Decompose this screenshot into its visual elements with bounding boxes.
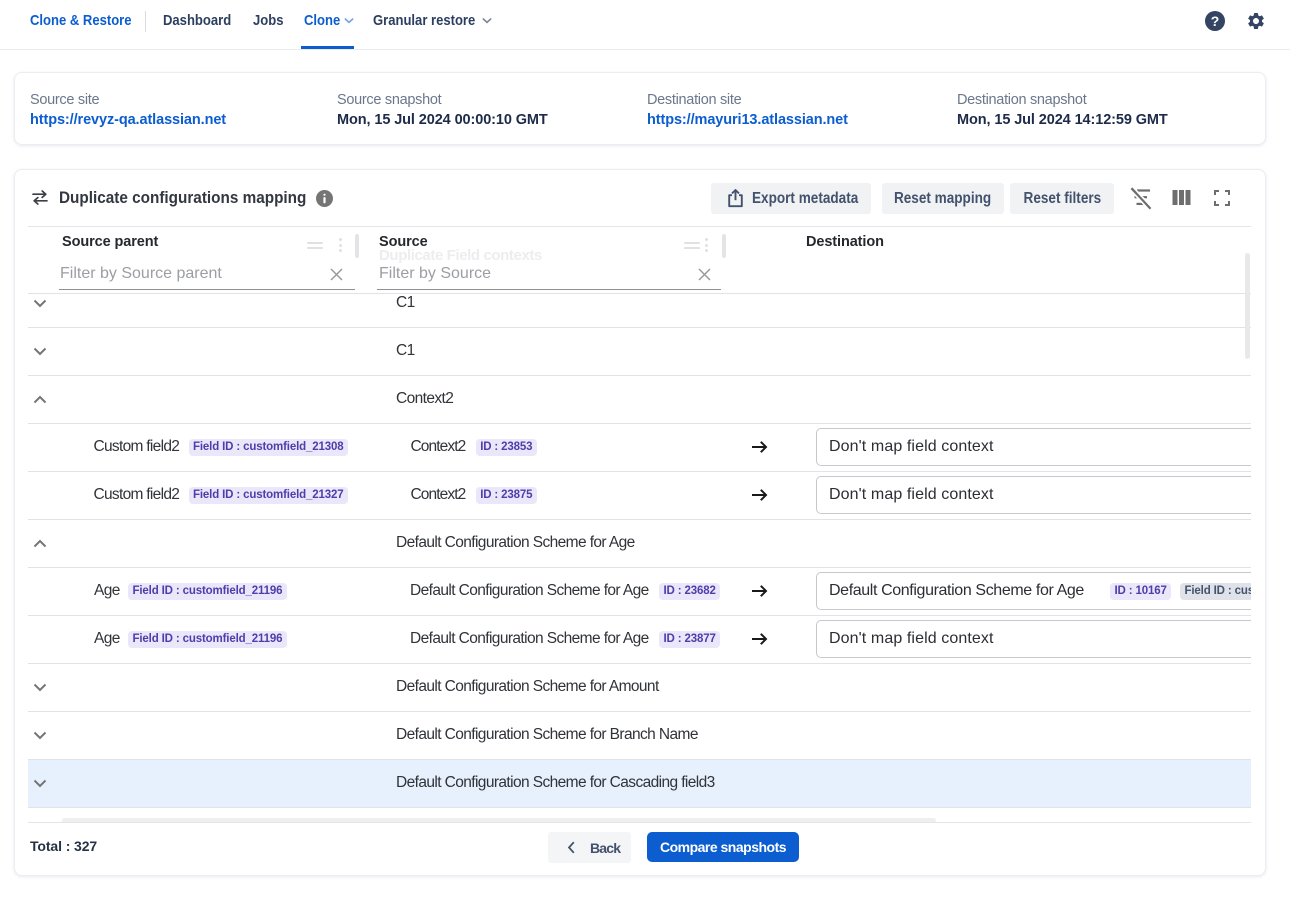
svg-text:?: ? xyxy=(1211,13,1220,29)
